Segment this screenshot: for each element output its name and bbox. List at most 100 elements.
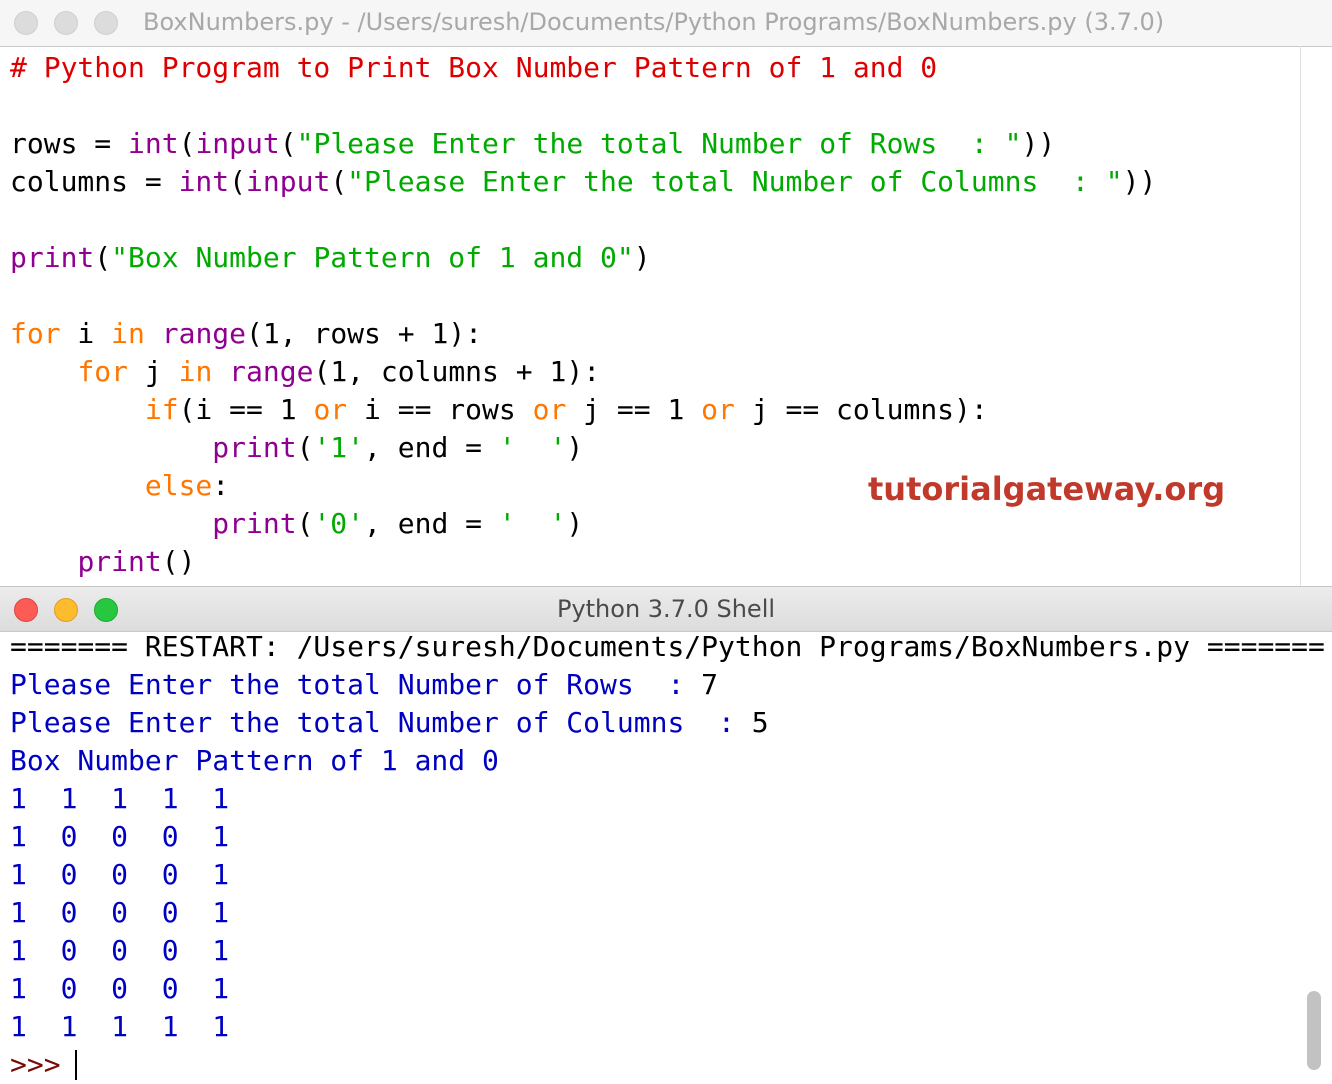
code-token: ( [279,127,297,160]
code-token: "Please Enter the total Number of Column… [347,165,1123,198]
pattern-row: 1 0 0 0 1 [10,896,230,929]
code-token: for [10,317,61,350]
editor-scroll-track [1300,46,1301,586]
code-token: ( [296,431,314,464]
code-token: ( [178,127,196,160]
code-token: print [212,507,297,540]
code-token: ) [633,241,651,274]
text-cursor [74,1050,77,1080]
code-line: for j in range(1, columns + 1): [10,353,1156,391]
code-line: for i in range(1, rows + 1): [10,315,1156,353]
pattern-title: Box Number Pattern of 1 and 0 [10,744,499,777]
code-token: in [111,317,145,350]
cols-input-value: 5 [751,706,769,739]
code-token: print [10,241,95,274]
code-line: print('1', end = ' ') [10,429,1156,467]
code-token: '0' [313,507,365,540]
code-token: # Python Program to Print Box Number Pat… [10,51,938,84]
code-token: () [161,545,196,578]
shell-titlebar: Python 3.7.0 Shell [0,586,1332,632]
code-line: print("Box Number Pattern of 1 and 0") [10,239,1156,277]
shell-prompt: >>> [10,1048,61,1081]
zoom-window-button[interactable] [94,11,118,35]
cols-prompt-label: Please Enter the total Number of Columns… [10,706,752,739]
code-token: range [229,355,314,388]
code-token: : [212,469,230,502]
code-token: ( [296,507,314,540]
prompt-line[interactable]: >>> [10,1046,1325,1084]
pattern-row: 1 1 1 1 1 [10,782,230,815]
code-token: (1, columns + 1): [313,355,601,388]
shell-title: Python 3.7.0 Shell [556,595,776,623]
code-token: )) [1021,127,1056,160]
code-token: "Please Enter the total Number of Rows :… [296,127,1022,160]
code-token: print [212,431,297,464]
rows-prompt-label: Please Enter the total Number of Rows : [10,668,702,701]
shell-scrollbar[interactable] [1307,991,1321,1070]
window-controls [14,11,118,35]
cols-input-line: Please Enter the total Number of Columns… [10,704,1325,742]
code-token: rows = [10,127,129,160]
code-token: in [178,355,213,388]
editor-title: BoxNumbers.py - /Users/suresh/Documents/… [143,8,1165,36]
code-line: # Python Program to Print Box Number Pat… [10,49,1156,87]
code-token: ' ' [498,507,567,540]
rows-input-line: Please Enter the total Number of Rows : … [10,666,1325,704]
close-window-button[interactable] [14,11,38,35]
code-token: columns = [10,165,179,198]
code-token: "Box Number Pattern of 1 and 0" [111,241,634,274]
code-token: or [701,393,735,426]
pattern-row: 1 0 0 0 1 [10,858,230,891]
editor-titlebar: BoxNumbers.py - /Users/suresh/Documents/… [0,0,1332,47]
code-line: rows = int(input("Please Enter the total… [10,125,1156,163]
code-token: ( [330,165,348,198]
code-token: input [246,165,331,198]
shell-output[interactable]: ======= RESTART: /Users/suresh/Documents… [10,628,1325,1084]
code-token: j == 1 [566,393,702,426]
code-token: ) [566,507,584,540]
pattern-row: 1 0 0 0 1 [10,820,230,853]
code-token: i == rows [347,393,533,426]
code-token: if [144,393,179,426]
code-token: print [77,545,162,578]
watermark-logo: tutorialgateway.org [868,470,1226,508]
code-token: ( [94,241,112,274]
editor-window: BoxNumbers.py - /Users/suresh/Documents/… [0,0,1332,588]
code-token: j [128,355,179,388]
code-token: ( [229,165,247,198]
pattern-row: 1 1 1 1 1 [10,1010,230,1043]
code-line: if(i == 1 or i == rows or j == 1 or j ==… [10,391,1156,429]
code-token: )) [1122,165,1157,198]
code-token: or [532,393,567,426]
code-token: ) [566,431,584,464]
code-token: ' ' [498,431,567,464]
code-line: print('0', end = ' ') [10,505,1156,543]
code-token: for [77,355,129,388]
code-line: print() [10,543,1156,581]
code-token: (i == 1 [178,393,314,426]
code-token: , end = [364,507,499,540]
code-token: range [161,317,247,350]
pattern-output: 1 1 1 1 1 1 0 0 0 1 1 0 0 0 1 1 0 0 0 1 1 0 … [10,780,1325,1046]
code-line: columns = int(input("Please Enter the to… [10,163,1156,201]
restart-line: ======= RESTART: /Users/suresh/Documents… [10,630,1325,663]
code-token: , end = [364,431,499,464]
code-token: else [144,469,213,502]
minimize-window-button[interactable] [54,11,78,35]
code-token: int [178,165,230,198]
shell-window: Python 3.7.0 Shell ======= RESTART: /Use… [0,586,1332,1081]
code-token: i [60,317,112,350]
pattern-row: 1 0 0 0 1 [10,972,230,1005]
pattern-row: 1 0 0 0 1 [10,934,230,967]
code-token: '1' [313,431,365,464]
